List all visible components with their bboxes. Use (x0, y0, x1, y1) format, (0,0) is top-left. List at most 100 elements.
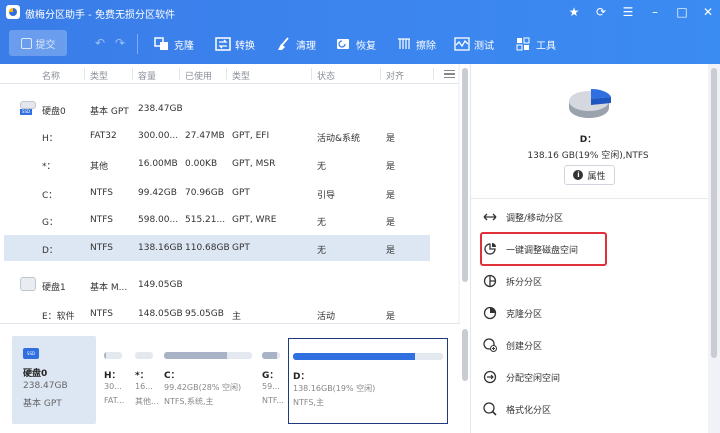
star-icon[interactable]: ★ (566, 4, 582, 20)
op-format-partition[interactable]: 格式化分区 (483, 398, 683, 420)
cell-partition-type: GPT, WRE (232, 215, 277, 225)
cell-name: *： (42, 162, 56, 172)
op-label: 分配空闲空间 (506, 373, 561, 384)
cell-used: 110.68GB (185, 243, 230, 253)
header-name[interactable]: 名称 (42, 69, 60, 82)
selected-drive-name: D： (579, 135, 597, 145)
op-clone-partition[interactable]: 克隆分区 (483, 302, 683, 324)
table-row[interactable]: *： 其他 16.00MB 0.00KB GPT, MSR 无 是 (4, 151, 430, 177)
header-divider (311, 68, 312, 80)
convert-tool-label: 转换 (235, 40, 255, 52)
table-row-disk0[interactable]: SSD 硬盘0 基本 GPT 238.47GB (4, 96, 430, 122)
clone-tool-button[interactable]: 克隆 (154, 36, 194, 52)
op-label: 拆分分区 (506, 277, 543, 288)
cell-type: NTFS (90, 188, 113, 198)
header-align[interactable]: 对齐 (386, 69, 404, 82)
wipe-tool-button[interactable]: 擦除 (396, 36, 436, 52)
cell-capacity: 148.05GB (138, 309, 183, 319)
clean-icon (276, 37, 292, 51)
usage-bar (262, 352, 280, 359)
partition-block-h[interactable]: H： 30... FAT... (100, 338, 129, 424)
convert-tool-button[interactable]: 转换 (215, 36, 255, 52)
selected-drive-info: 138.16 GB(19% 空闲),NTFS (527, 151, 649, 161)
usage-fill (164, 352, 228, 359)
clone-icon (154, 37, 170, 51)
cell-align: 是 (386, 312, 396, 322)
test-tool-label: 测试 (474, 40, 494, 52)
cell-status: 无 (317, 218, 327, 228)
minimize-icon[interactable]: – (647, 4, 663, 20)
close-icon[interactable]: ✕ (700, 4, 716, 20)
op-resize-move[interactable]: 调整/移动分区 (483, 206, 683, 228)
title-bar: 傲梅分区助手 - 免费无损分区软件 ★ ⟳ ☰ – □ ✕ (0, 0, 720, 24)
scrollbar-thumb[interactable] (711, 68, 717, 358)
commit-label: 提交 (35, 39, 56, 51)
clean-tool-button[interactable]: 清理 (276, 36, 316, 52)
cell-capacity: 99.42GB (138, 188, 177, 198)
partition-block-c[interactable]: C： 99.42GB(28% 空闲) NTFS,系统,主 (160, 338, 258, 424)
test-tool-button[interactable]: 测试 (454, 36, 494, 52)
table-row-disk1[interactable]: 硬盘1 基本 M... 149.05GB (4, 272, 430, 298)
tools-tool-button[interactable]: 工具 (516, 36, 556, 52)
partition-fs: 其他... (135, 397, 159, 406)
disk-map-scrollbar[interactable] (460, 323, 470, 433)
partition-letter: G： (262, 371, 279, 381)
partition-block-msr[interactable]: *： 16... 其他... (131, 338, 160, 424)
disk-capacity: 149.05GB (138, 280, 183, 290)
disk-type: 基本 M... (90, 283, 128, 293)
menu-icon[interactable]: ☰ (620, 4, 636, 20)
maximize-icon[interactable]: □ (674, 4, 690, 20)
cell-name: E：软件 (42, 312, 75, 322)
app-title: 傲梅分区助手 - 免费无损分区软件 (25, 10, 175, 21)
toolbar-separator (137, 34, 138, 54)
partition-size: 59... (262, 382, 280, 391)
redo-icon[interactable]: ↷ (115, 36, 125, 50)
table-scrollbar[interactable] (460, 64, 470, 323)
panel-divider (471, 198, 709, 199)
undo-icon[interactable]: ↶ (95, 36, 105, 50)
header-capacity[interactable]: 容量 (138, 69, 156, 82)
cell-type: NTFS (90, 215, 113, 225)
header-partition-type[interactable]: 类型 (232, 69, 250, 82)
hdd-disk-icon (20, 277, 36, 293)
op-split-partition[interactable]: 拆分分区 (483, 270, 683, 292)
header-status[interactable]: 状态 (317, 69, 335, 82)
scrollbar-thumb[interactable] (462, 329, 468, 381)
table-row-selected[interactable]: D： NTFS 138.16GB 110.68GB GPT 无 是 (4, 235, 430, 261)
usage-fill (262, 352, 278, 359)
op-create-partition[interactable]: 创建分区 (483, 334, 683, 356)
cell-used: 70.96GB (185, 188, 224, 198)
commit-button[interactable]: 提交 (9, 30, 67, 56)
details-scrollbar[interactable] (708, 64, 720, 433)
wipe-tool-label: 擦除 (416, 40, 436, 52)
scrollbar-thumb[interactable] (462, 68, 468, 282)
partition-size: 16... (135, 382, 153, 391)
partition-block-g[interactable]: G： 59... NTF... (258, 338, 287, 424)
properties-button[interactable]: i 属性 (564, 165, 615, 185)
usage-bar (293, 353, 443, 360)
cell-status: 活动 (317, 312, 336, 322)
tools-icon (516, 37, 532, 51)
details-panel: D： 138.16 GB(19% 空闲),NTFS i 属性 调整/移动分区 一… (470, 64, 720, 433)
disk-map-disk0[interactable]: SSD 硬盘0 238.47GB 基本 GPT (12, 336, 96, 424)
test-icon (454, 37, 470, 51)
clone-tool-label: 克隆 (174, 40, 194, 52)
recover-tool-button[interactable]: 恢复 (336, 36, 376, 52)
partition-size: 99.42GB(28% 空闲) (164, 383, 242, 392)
header-used[interactable]: 已使用 (185, 69, 212, 82)
partition-fs: NTFS,主 (293, 398, 324, 407)
cell-partition-type: 主 (232, 312, 242, 322)
cell-name: G： (42, 218, 58, 228)
table-row[interactable]: G： NTFS 598.00... 515.21... GPT, WRE 无 是 (4, 207, 430, 233)
cell-name: D： (42, 246, 58, 256)
info-icon: i (573, 170, 584, 180)
table-row[interactable]: C： NTFS 99.42GB 70.96GB GPT 引导 是 (4, 180, 430, 206)
refresh-icon[interactable]: ⟳ (593, 4, 609, 20)
op-allocate-space[interactable]: 分配空闲空间 (483, 366, 683, 388)
cell-align: 是 (386, 134, 396, 144)
partition-block-d-selected[interactable]: D： 138.16GB(19% 空闲) NTFS,主 (288, 338, 448, 424)
disk-usage-pie-icon (569, 88, 611, 118)
header-type[interactable]: 类型 (90, 69, 108, 82)
table-row[interactable]: H： FAT32 300.00... 27.47MB GPT, EFI 活动&系… (4, 123, 430, 149)
column-settings-icon[interactable] (444, 70, 455, 78)
